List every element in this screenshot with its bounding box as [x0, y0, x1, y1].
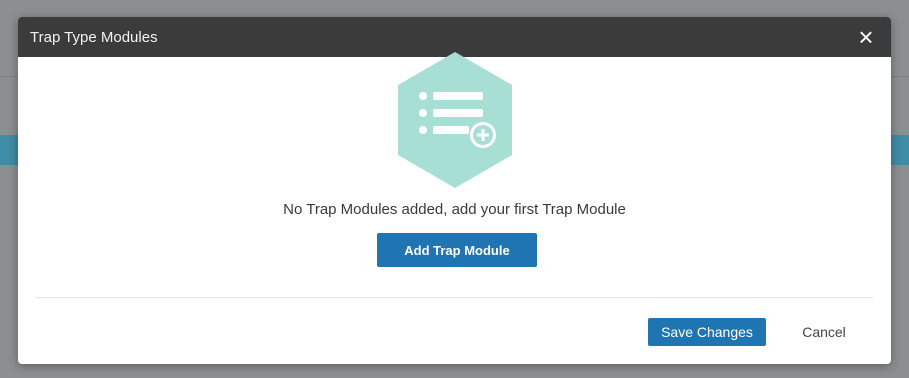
dialog-title: Trap Type Modules	[30, 28, 158, 46]
empty-state-message: No Trap Modules added, add your first Tr…	[283, 201, 626, 218]
save-changes-button[interactable]: Save Changes	[648, 318, 766, 346]
cancel-button[interactable]: Cancel	[788, 318, 860, 346]
add-trap-module-button[interactable]: Add Trap Module	[377, 233, 537, 267]
footer-divider	[35, 297, 873, 298]
close-icon[interactable]: ×	[855, 24, 877, 50]
list-add-icon	[390, 50, 520, 190]
backdrop-accent-bar-left	[0, 135, 18, 165]
trap-type-modules-dialog: Trap Type Modules × No Trap Modules adde…	[18, 17, 891, 364]
backdrop-accent-bar-right	[891, 135, 909, 165]
